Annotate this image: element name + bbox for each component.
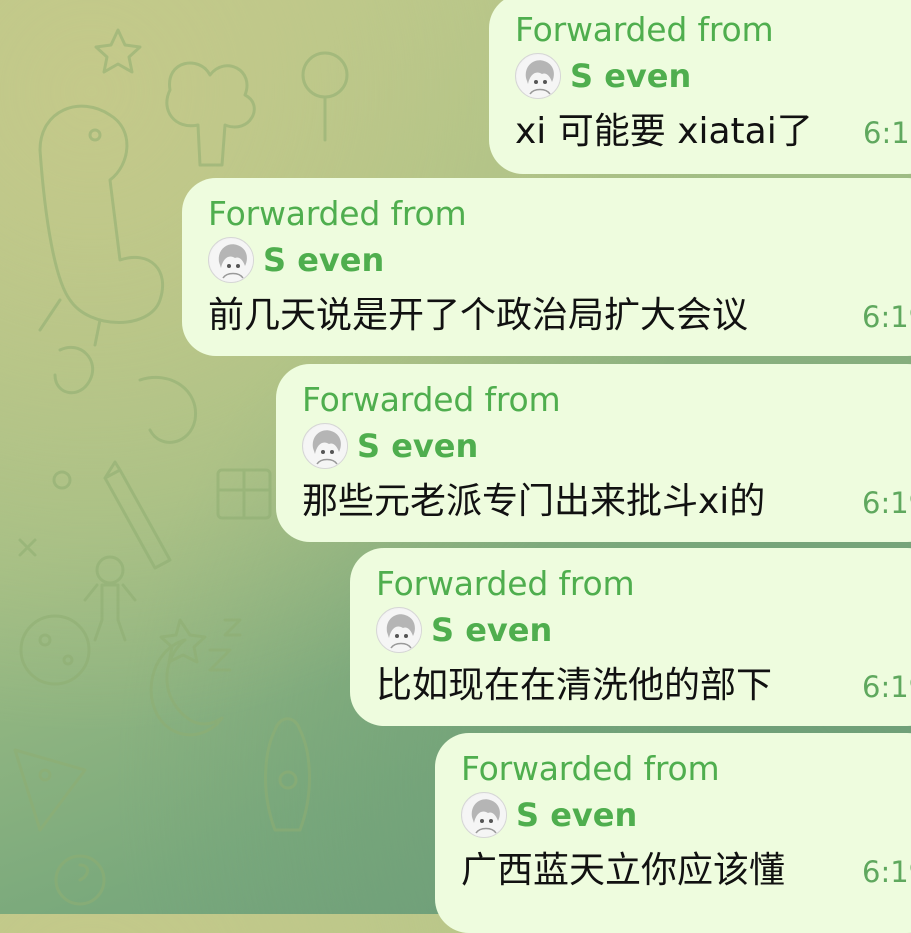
anime-avatar-icon[interactable] [376, 607, 422, 653]
message-text: 那些元老派专门出来批斗xi的 [302, 481, 766, 522]
forwarded-from-label: Forwarded from [461, 749, 720, 788]
forwarded-message[interactable]: Forwarded from S even xi 可能要 xiatai了 6:1… [489, 0, 911, 174]
forwarded-message[interactable]: Forwarded from S even 前几天说是开了个政治局扩大会议 6:… [182, 178, 911, 356]
forwarded-from-label: Forwarded from [208, 194, 467, 233]
sender-name[interactable]: S even [431, 611, 552, 649]
forwarded-from-label: Forwarded from [515, 10, 774, 49]
message-time: 6:19 [862, 855, 911, 889]
message-time: 6:19 [862, 486, 911, 520]
message-text: 广西蓝天立你应该懂 [461, 850, 786, 891]
sender-row[interactable]: S even [302, 422, 478, 470]
forwarded-message[interactable]: Forwarded from S even 比如现在在清洗他的部下 6:19 [350, 548, 911, 726]
anime-avatar-icon[interactable] [461, 792, 507, 838]
message-text: 比如现在在清洗他的部下 [376, 665, 773, 706]
forwarded-message[interactable]: Forwarded from S even 那些元老派专门出来批斗xi的 6:1… [276, 364, 911, 542]
message-time: 6:19 [862, 300, 911, 334]
forwarded-from-label: Forwarded from [302, 380, 561, 419]
sender-row[interactable]: S even [515, 52, 691, 100]
message-text: 前几天说是开了个政治局扩大会议 [208, 295, 749, 336]
sender-row[interactable]: S even [208, 236, 384, 284]
sender-row[interactable]: S even [376, 606, 552, 654]
anime-avatar-icon[interactable] [208, 237, 254, 283]
message-text: xi 可能要 xiatai了 [515, 111, 813, 152]
sender-name[interactable]: S even [570, 57, 691, 95]
message-time: 6:19 [862, 670, 911, 704]
forwarded-from-label: Forwarded from [376, 564, 635, 603]
sender-name[interactable]: S even [516, 796, 637, 834]
sender-name[interactable]: S even [357, 427, 478, 465]
sender-row[interactable]: S even [461, 791, 637, 839]
sender-name[interactable]: S even [263, 241, 384, 279]
anime-avatar-icon[interactable] [302, 423, 348, 469]
message-time: 6:19 [863, 116, 911, 150]
anime-avatar-icon[interactable] [515, 53, 561, 99]
forwarded-message[interactable]: Forwarded from S even 广西蓝天立你应该懂 6:19 [435, 733, 911, 933]
